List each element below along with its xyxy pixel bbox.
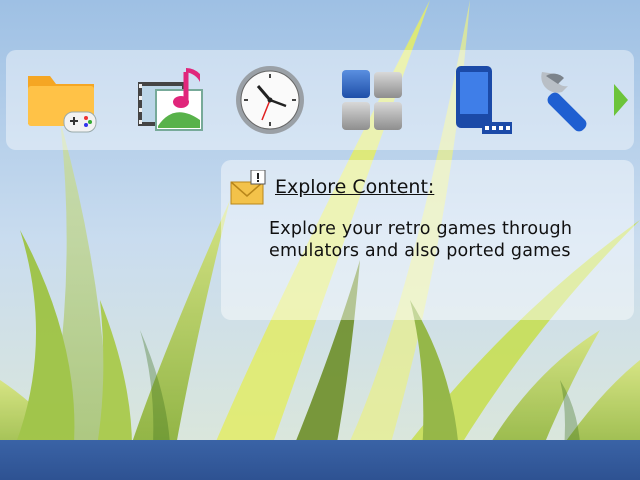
info-panel: Explore Content: Explore your retro game… <box>221 160 634 320</box>
info-description: Explore your retro games through emulato… <box>269 219 573 261</box>
media-icon[interactable] <box>134 62 210 138</box>
device-icon[interactable] <box>442 62 518 138</box>
next-arrow-icon[interactable] <box>614 84 628 116</box>
message-envelope-icon <box>230 170 266 205</box>
clock-icon[interactable] <box>232 62 308 138</box>
app-launcher-bar <box>6 50 634 150</box>
info-title[interactable]: Explore Content: <box>275 176 434 198</box>
games-folder-icon[interactable] <box>24 62 100 138</box>
bottom-bar <box>0 440 640 480</box>
applications-grid-icon[interactable] <box>334 62 410 138</box>
settings-wrench-icon[interactable] <box>532 62 608 138</box>
